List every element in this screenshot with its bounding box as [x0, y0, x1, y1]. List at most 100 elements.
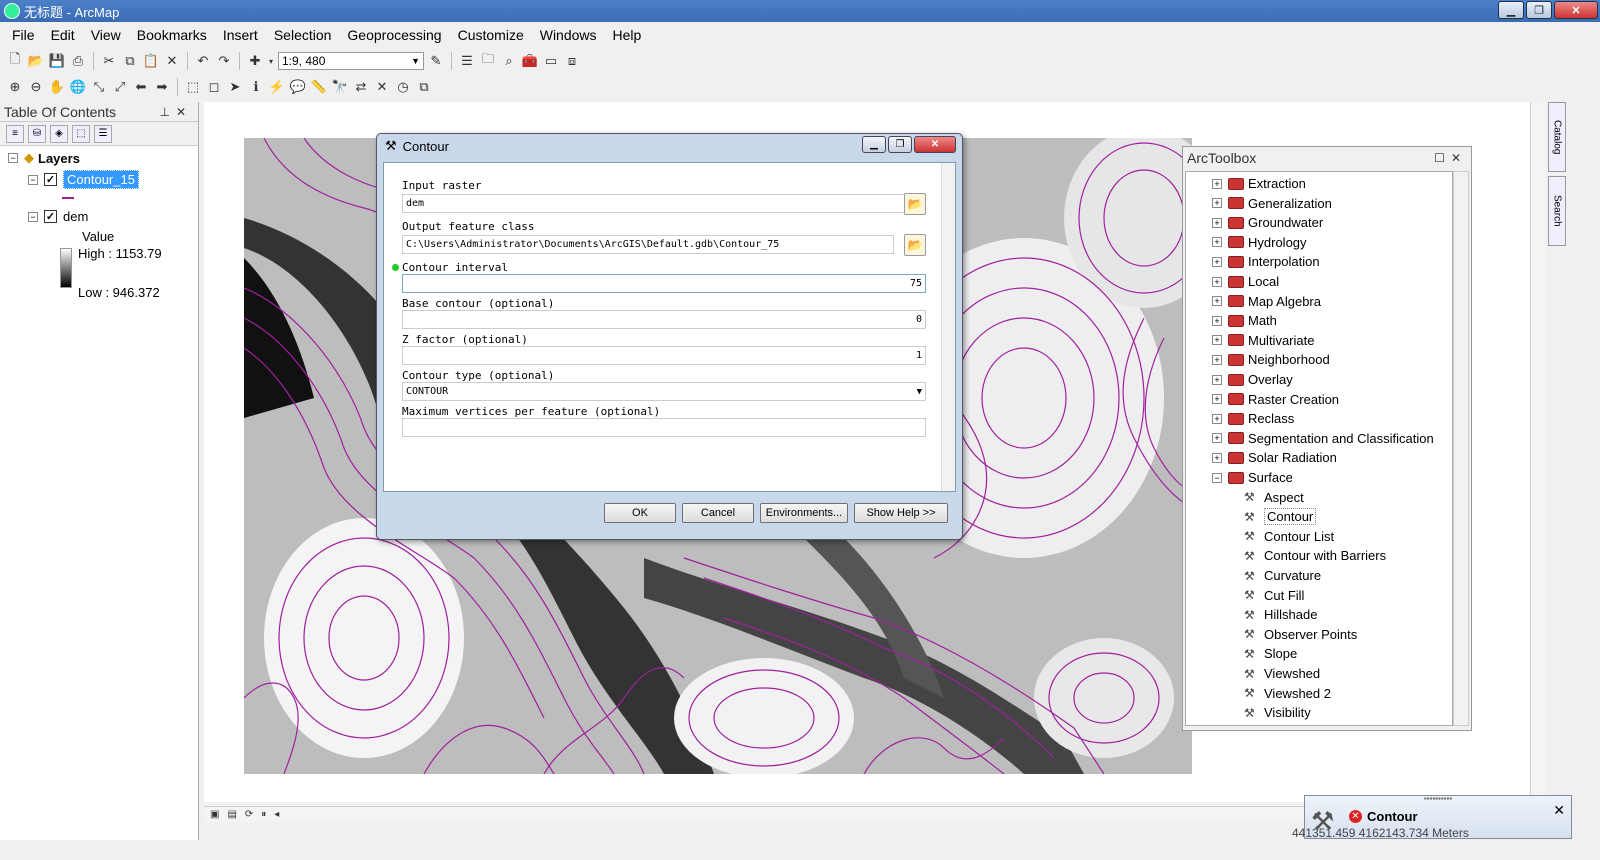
toolset-hydrology[interactable]: + Hydrology: [1212, 233, 1307, 252]
dem-layer-row[interactable]: − ✓ dem: [28, 209, 88, 224]
save-icon[interactable]: 💾: [48, 52, 66, 70]
catalog-window-icon[interactable]: 🗀: [479, 51, 497, 70]
input-raster-dropdown[interactable]: dem ▼: [402, 194, 926, 213]
expand-icon[interactable]: +: [1212, 217, 1222, 228]
toolset-surface[interactable]: − Surface: [1212, 468, 1293, 487]
menu-edit[interactable]: Edit: [43, 27, 83, 43]
hyperlink-icon[interactable]: ⚡: [268, 78, 286, 96]
expand-icon[interactable]: +: [1212, 374, 1222, 385]
toolset-solar-radiation[interactable]: + Solar Radiation: [1212, 448, 1337, 467]
python-window-icon[interactable]: ▭: [542, 52, 560, 70]
list-by-source-icon[interactable]: ⛁: [28, 124, 46, 143]
map-vertical-scrollbar[interactable]: [1530, 102, 1546, 802]
toolset-neighborhood[interactable]: + Neighborhood: [1212, 350, 1330, 369]
table-of-contents-icon[interactable]: ☰: [458, 52, 476, 70]
expand-icon[interactable]: +: [1212, 452, 1222, 463]
redo-icon[interactable]: ↷: [215, 52, 233, 70]
menu-file[interactable]: File: [4, 27, 43, 43]
layout-view-icon[interactable]: ▣: [210, 809, 219, 820]
cancel-button[interactable]: Cancel: [682, 503, 754, 523]
next-extent-icon[interactable]: ➡: [153, 78, 171, 96]
dialog-close-button[interactable]: ✕: [914, 136, 956, 153]
show-help-button[interactable]: Show Help >>: [854, 503, 948, 523]
delete-icon[interactable]: ✕: [163, 52, 181, 70]
data-view-icon[interactable]: ▤: [227, 809, 236, 820]
z-factor-input[interactable]: 1: [402, 346, 926, 365]
menu-view[interactable]: View: [83, 27, 129, 43]
tool-contour[interactable]: ⚒ Contour: [1244, 507, 1317, 526]
expand-icon[interactable]: +: [1212, 315, 1222, 326]
go-to-xy-icon[interactable]: ✕: [373, 78, 391, 96]
dialog-maximize-button[interactable]: ❐: [888, 136, 912, 153]
copy-icon[interactable]: ⧉: [121, 52, 139, 70]
add-data-icon[interactable]: ✚: [246, 52, 264, 70]
print-icon[interactable]: ⎙: [69, 52, 87, 70]
dem-layer-name[interactable]: dem: [63, 209, 88, 224]
zoom-out-icon[interactable]: ⊖: [27, 78, 45, 96]
tool-contour-list[interactable]: ⚒ Contour List: [1244, 527, 1334, 546]
toolset-math[interactable]: + Math: [1212, 311, 1277, 330]
output-browse-icon[interactable]: 📂: [904, 234, 926, 256]
menu-customize[interactable]: Customize: [450, 27, 532, 43]
menu-geoprocessing[interactable]: Geoprocessing: [339, 27, 449, 43]
toolbox-scrollbar[interactable]: [1453, 171, 1469, 726]
map-scale-dropdown[interactable]: 1:9, 480 ▼: [278, 52, 424, 70]
arctoolbox-icon[interactable]: 🧰: [521, 52, 539, 70]
find-icon[interactable]: 🔭: [331, 78, 349, 96]
full-extent-icon[interactable]: 🌐: [69, 78, 87, 96]
search-side-tab[interactable]: Search: [1548, 176, 1566, 246]
tool-visibility[interactable]: ⚒ Visibility: [1244, 703, 1311, 722]
expand-icon[interactable]: +: [1212, 433, 1222, 444]
base-contour-input[interactable]: 0: [402, 310, 926, 329]
toolset-interpolation[interactable]: + Interpolation: [1212, 252, 1320, 271]
pause-icon[interactable]: ⏸: [261, 809, 266, 820]
catalog-side-tab[interactable]: Catalog: [1548, 102, 1566, 172]
layer-visibility-checkbox[interactable]: ✓: [44, 173, 57, 186]
max-vertices-input[interactable]: [402, 418, 926, 437]
expand-icon[interactable]: +: [1212, 394, 1222, 405]
layer-visibility-checkbox[interactable]: ✓: [44, 210, 57, 223]
expand-icon[interactable]: +: [1212, 354, 1222, 365]
new-document-icon[interactable]: 🗋: [6, 51, 24, 70]
dialog-minimize-button[interactable]: ▁: [862, 136, 886, 153]
close-button[interactable]: ✕: [1554, 1, 1598, 19]
add-data-dropdown-icon[interactable]: ▾: [267, 52, 275, 70]
fixed-zoom-out-icon[interactable]: ⤢: [111, 78, 129, 96]
tool-cut-fill[interactable]: ⚒ Cut Fill: [1244, 586, 1304, 605]
contour-type-dropdown[interactable]: CONTOUR ▼: [402, 382, 926, 401]
refresh-icon[interactable]: ⟳: [245, 809, 253, 820]
tool-observer-points[interactable]: ⚒ Observer Points: [1244, 625, 1357, 644]
toolset-local[interactable]: + Local: [1212, 272, 1279, 291]
list-by-drawing-order-icon[interactable]: ≡: [6, 124, 24, 143]
contour-layer-row[interactable]: − ✓ Contour_15: [28, 170, 139, 189]
tool-slope[interactable]: ⚒ Slope: [1244, 644, 1297, 663]
close-icon[interactable]: ✕: [1553, 802, 1565, 819]
list-by-selection-icon[interactable]: ⬚: [72, 124, 90, 143]
editor-toolbar-icon[interactable]: ✎: [427, 52, 445, 70]
select-features-icon[interactable]: ⬚: [184, 78, 202, 96]
identify-icon[interactable]: ℹ: [247, 78, 265, 96]
find-route-icon[interactable]: ⇄: [352, 78, 370, 96]
collapse-icon[interactable]: −: [8, 153, 18, 163]
toolset-reclass[interactable]: + Reclass: [1212, 409, 1294, 428]
pin-icon[interactable]: ⊥: [159, 105, 175, 119]
contour-layer-name[interactable]: Contour_15: [63, 170, 139, 189]
toolset-segmentation-and-classification[interactable]: + Segmentation and Classification: [1212, 429, 1434, 448]
tool-viewshed-2[interactable]: ⚒ Viewshed 2: [1244, 684, 1331, 703]
search-window-icon[interactable]: ⌕: [500, 52, 518, 70]
layers-group-row[interactable]: − ◆ Layers: [8, 150, 80, 166]
expand-icon[interactable]: +: [1212, 335, 1222, 346]
toolset-generalization[interactable]: + Generalization: [1212, 194, 1332, 213]
menu-help[interactable]: Help: [605, 27, 650, 43]
toolset-raster-creation[interactable]: + Raster Creation: [1212, 390, 1339, 409]
create-viewer-window-icon[interactable]: ⧉: [415, 78, 433, 96]
menu-bookmarks[interactable]: Bookmarks: [129, 27, 215, 43]
menu-selection[interactable]: Selection: [266, 27, 340, 43]
undo-icon[interactable]: ↶: [194, 52, 212, 70]
open-icon[interactable]: 📂: [27, 52, 45, 70]
collapse-icon[interactable]: −: [28, 174, 38, 185]
model-builder-icon[interactable]: ⧈: [563, 52, 581, 70]
scroll-left-icon[interactable]: ◂: [274, 809, 279, 820]
expand-icon[interactable]: +: [1212, 296, 1222, 307]
time-slider-icon[interactable]: ◷: [394, 78, 412, 96]
